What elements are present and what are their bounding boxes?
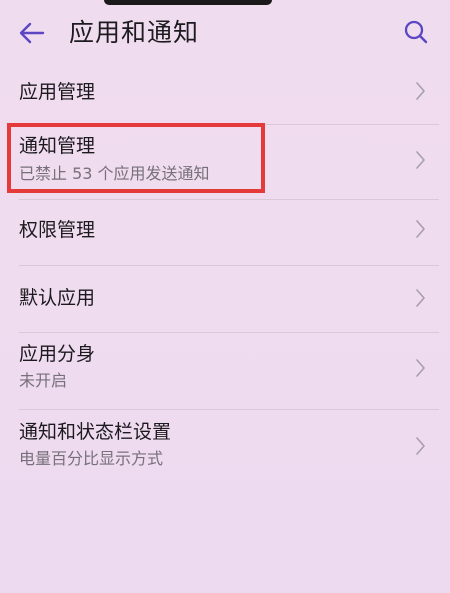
- list-item-title: 默认应用: [19, 287, 96, 309]
- chevron-right-icon: [414, 149, 428, 171]
- search-icon: [404, 20, 428, 44]
- chevron-right-icon: [414, 287, 428, 309]
- list-item-notification-statusbar-settings[interactable]: 通知和状态栏设置 电量百分比显示方式: [0, 410, 450, 486]
- list-item-permission-management[interactable]: 权限管理: [0, 200, 450, 264]
- app-bar: 应用和通知: [0, 0, 450, 66]
- chevron-right-icon: [414, 218, 428, 240]
- list-item-title: 权限管理: [19, 219, 96, 241]
- list-item-app-management[interactable]: 应用管理: [0, 60, 450, 124]
- list-item-subtitle: 电量百分比显示方式: [19, 449, 164, 468]
- search-button[interactable]: [398, 14, 434, 50]
- list-item-subtitle: 未开启: [19, 371, 68, 390]
- chevron-right-icon: [414, 435, 428, 457]
- list-item-title: 应用管理: [19, 81, 96, 103]
- chevron-right-icon: [414, 357, 428, 379]
- list-item-subtitle: 已禁止 53 个应用发送通知: [19, 164, 210, 183]
- list-item-title: 通知和状态栏设置: [19, 421, 172, 443]
- page-title: 应用和通知: [69, 18, 200, 47]
- list-item-notification-management[interactable]: 通知管理 已禁止 53 个应用发送通知: [0, 125, 450, 199]
- list-item-title: 通知管理: [19, 135, 96, 157]
- list-item-default-apps[interactable]: 默认应用: [0, 266, 450, 332]
- chevron-right-icon: [414, 80, 428, 102]
- arrow-left-icon: [19, 22, 45, 44]
- list-item-app-twin[interactable]: 应用分身 未开启: [0, 333, 450, 409]
- list-item-title: 应用分身: [19, 343, 96, 365]
- back-button[interactable]: [12, 15, 52, 51]
